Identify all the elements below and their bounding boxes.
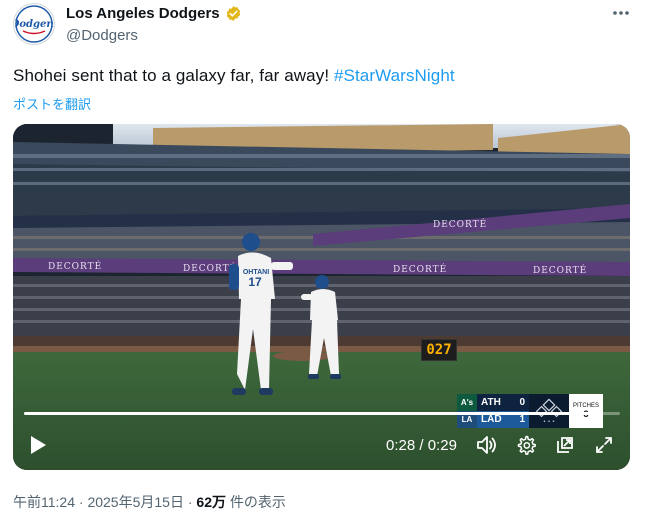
volume-button[interactable] (474, 430, 500, 460)
view-label: 件の表示 (226, 494, 286, 510)
gear-icon (517, 435, 536, 455)
scoreboard: A's LA ATH 0 LAD 1 • • • PITCHES 3 (457, 394, 603, 428)
volume-icon (477, 436, 496, 454)
pitch-clock: 027 (421, 339, 457, 361)
pitch-count: PITCHES 3 (569, 394, 603, 428)
bases-diamond-icon: • • • (535, 398, 563, 424)
translate-post-link[interactable]: ポストを翻訳 (13, 94, 91, 113)
fullscreen-icon (596, 437, 612, 453)
avatar[interactable]: Dodgers (13, 3, 55, 45)
account-name-text[interactable]: Los Angeles Dodgers (66, 5, 220, 22)
athletics-logo-icon: A's (457, 394, 477, 411)
view-count: 62万 (196, 494, 226, 510)
settings-button[interactable] (513, 430, 539, 460)
away-team: ATH (481, 397, 501, 408)
away-team-row: ATH 0 (477, 394, 529, 411)
video-time: 0:28 / 0:29 (386, 437, 457, 454)
team-logos: A's LA (457, 394, 477, 428)
verified-badge-icon (226, 6, 240, 21)
home-score: 1 (519, 414, 525, 425)
meta-separator: · (183, 494, 197, 510)
team-scores: ATH 0 LAD 1 (477, 394, 529, 428)
video-player[interactable]: DECORTÉ DECORTÉ DECORTÉ DECORTÉ DECORTÉ … (13, 124, 630, 470)
tweet-body: Shohei sent that to a galaxy far, far aw… (13, 66, 334, 85)
hashtag-link[interactable]: #StarWarsNight (334, 66, 455, 85)
play-button[interactable] (23, 430, 53, 460)
more-options-icon[interactable] (610, 4, 632, 22)
jersey-number: 17 (248, 275, 262, 289)
play-icon (31, 436, 46, 454)
duration: 0:29 (427, 437, 457, 454)
fullscreen-button[interactable] (591, 430, 617, 460)
sponsor-banner-text: DECORTÉ (48, 260, 102, 272)
post-time[interactable]: 午前11:24 (13, 494, 75, 510)
bases-indicator: • • • (529, 394, 569, 428)
account-handle[interactable]: @Dodgers (66, 27, 138, 44)
meta-separator: · (75, 494, 88, 510)
popout-button[interactable] (552, 430, 578, 460)
dodgers-logo-icon: Dodgers (15, 5, 53, 43)
outs-indicator: • • • (543, 419, 555, 424)
sponsor-banner-text: DECORTÉ (433, 218, 487, 230)
away-score: 0 (519, 397, 525, 408)
current-time: 0:28 (386, 437, 416, 454)
home-team: LAD (481, 414, 502, 425)
time-separator: / (415, 437, 428, 454)
post-metadata: 午前11:24 · 2025年5月15日 · 62万 件の表示 (13, 492, 286, 512)
video-progress-fill (24, 412, 600, 415)
video-progress-bar[interactable] (24, 412, 620, 415)
post-date[interactable]: 2025年5月15日 (87, 494, 184, 510)
svg-text:Dodgers: Dodgers (15, 19, 53, 30)
sponsor-banner-text: DECORTÉ (533, 264, 587, 276)
popout-icon (557, 437, 573, 453)
account-name[interactable]: Los Angeles Dodgers (66, 5, 242, 22)
tweet-text: Shohei sent that to a galaxy far, far aw… (13, 66, 455, 86)
sponsor-banner-text: DECORTÉ (393, 263, 447, 275)
